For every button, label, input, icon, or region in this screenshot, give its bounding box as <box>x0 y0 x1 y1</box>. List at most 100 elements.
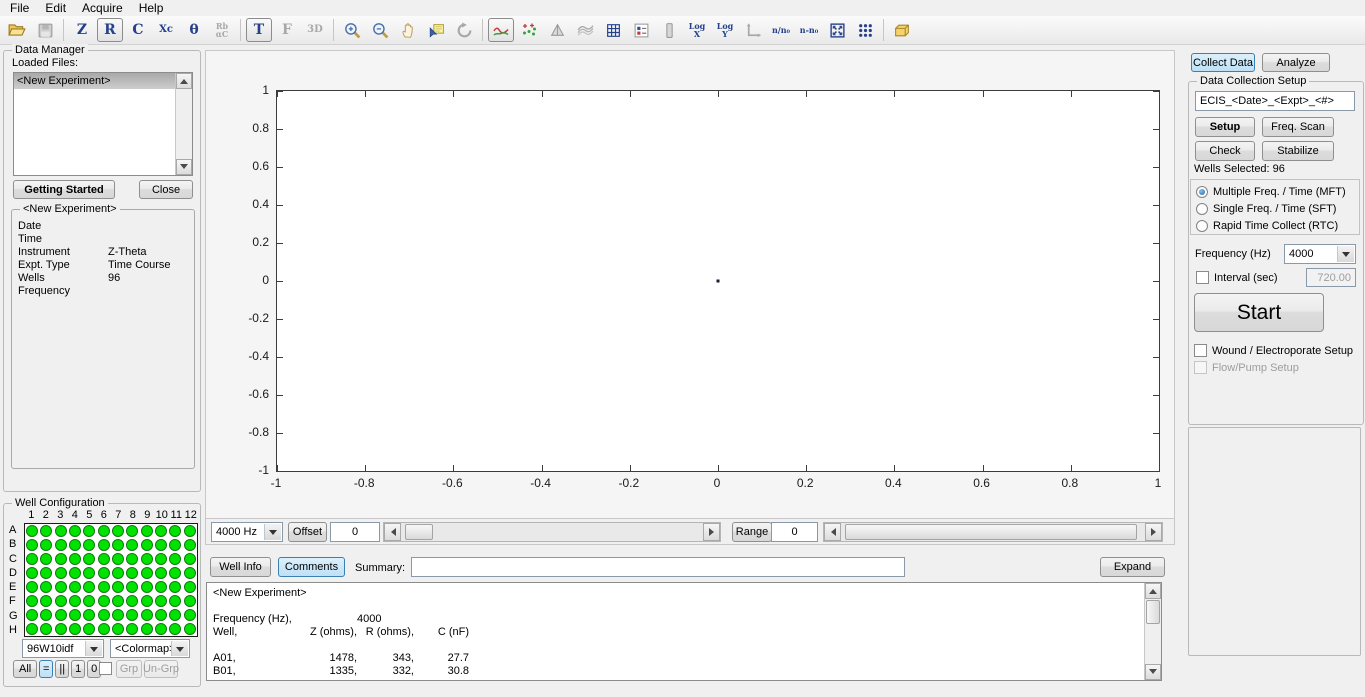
well-C2[interactable] <box>40 553 52 565</box>
wound-electroporate-checkbox[interactable] <box>1194 344 1207 357</box>
well-filter-button-1[interactable]: = <box>39 660 53 678</box>
start-button[interactable]: Start <box>1194 293 1324 332</box>
well-A10[interactable] <box>155 525 167 537</box>
well-F6[interactable] <box>98 595 110 607</box>
well-G1[interactable] <box>26 609 38 621</box>
well-C12[interactable] <box>184 553 196 565</box>
well-D6[interactable] <box>98 567 110 579</box>
resistance-r-button[interactable]: R <box>97 18 123 42</box>
well-D8[interactable] <box>126 567 138 579</box>
well-A3[interactable] <box>55 525 67 537</box>
scroll-down-button[interactable] <box>1145 664 1161 680</box>
tray-icon[interactable] <box>889 18 915 42</box>
fullscreen-button[interactable] <box>824 18 850 42</box>
normalize-subtract-button[interactable]: n-n₀ <box>796 18 822 42</box>
well-G10[interactable] <box>155 609 167 621</box>
well-B6[interactable] <box>98 539 110 551</box>
well-F12[interactable] <box>184 595 196 607</box>
well-E12[interactable] <box>184 581 196 593</box>
well-H6[interactable] <box>98 623 110 635</box>
dropdown-arrow-icon[interactable] <box>1337 246 1354 262</box>
plot-box[interactable] <box>276 90 1160 472</box>
well-F2[interactable] <box>40 595 52 607</box>
dropdown-arrow-icon[interactable] <box>171 641 188 656</box>
experiment-name-input[interactable]: ECIS_<Date>_<Expt>_<#> <box>1195 91 1355 111</box>
well-A5[interactable] <box>83 525 95 537</box>
well-A2[interactable] <box>40 525 52 537</box>
well-E6[interactable] <box>98 581 110 593</box>
well-D2[interactable] <box>40 567 52 579</box>
menu-help[interactable]: Help <box>131 0 172 16</box>
reactance-xc-button[interactable]: Xc <box>153 18 179 42</box>
grid-toggle-button[interactable] <box>600 18 626 42</box>
well-H10[interactable] <box>155 623 167 635</box>
well-H8[interactable] <box>126 623 138 635</box>
scrollbar-thumb[interactable] <box>405 524 433 540</box>
freq-scan-button[interactable]: Freq. Scan <box>1262 117 1334 137</box>
well-H1[interactable] <box>26 623 38 635</box>
well-G9[interactable] <box>141 609 153 621</box>
mode-radio-0[interactable]: Multiple Freq. / Time (MFT) <box>1191 183 1359 200</box>
comments-button[interactable]: Comments <box>278 557 345 577</box>
well-filter-button-2[interactable]: || <box>55 660 69 678</box>
plate-grid[interactable] <box>24 523 198 637</box>
setup-button[interactable]: Setup <box>1195 117 1255 137</box>
well-A8[interactable] <box>126 525 138 537</box>
well-E10[interactable] <box>155 581 167 593</box>
well-H2[interactable] <box>40 623 52 635</box>
offset-button[interactable]: Offset <box>288 522 327 542</box>
well-F10[interactable] <box>155 595 167 607</box>
multi-plot-button[interactable] <box>852 18 878 42</box>
well-D11[interactable] <box>169 567 181 579</box>
well-C6[interactable] <box>98 553 110 565</box>
well-H4[interactable] <box>69 623 81 635</box>
zoom-in-icon[interactable] <box>339 18 365 42</box>
annotate-icon[interactable] <box>423 18 449 42</box>
well-G11[interactable] <box>169 609 181 621</box>
well-B5[interactable] <box>83 539 95 551</box>
scrollbar-thumb[interactable] <box>845 524 1137 540</box>
well-G6[interactable] <box>98 609 110 621</box>
scroll-left-button[interactable] <box>384 523 401 541</box>
well-A9[interactable] <box>141 525 153 537</box>
line-plot-button[interactable] <box>488 18 514 42</box>
well-B4[interactable] <box>69 539 81 551</box>
well-C3[interactable] <box>55 553 67 565</box>
well-E4[interactable] <box>69 581 81 593</box>
impedance-z-button[interactable]: Z <box>69 18 95 42</box>
well-C8[interactable] <box>126 553 138 565</box>
well-E11[interactable] <box>169 581 181 593</box>
well-B8[interactable] <box>126 539 138 551</box>
well-E3[interactable] <box>55 581 67 593</box>
frequency-select[interactable]: 4000 <box>1284 244 1356 264</box>
file-list-item-selected[interactable]: <New Experiment> <box>14 73 176 89</box>
well-B12[interactable] <box>184 539 196 551</box>
time-mode-button[interactable]: T <box>246 18 272 42</box>
plot-frequency-select[interactable]: 4000 Hz <box>211 522 283 542</box>
zoom-out-icon[interactable] <box>367 18 393 42</box>
well-C1[interactable] <box>26 553 38 565</box>
well-F5[interactable] <box>83 595 95 607</box>
scroll-right-button[interactable] <box>1145 523 1162 541</box>
range-input[interactable]: 0 <box>771 522 818 542</box>
well-G12[interactable] <box>184 609 196 621</box>
well-F7[interactable] <box>112 595 124 607</box>
dropdown-arrow-icon[interactable] <box>264 524 281 540</box>
legend-toggle-button[interactable] <box>628 18 654 42</box>
expand-button[interactable]: Expand <box>1100 557 1165 577</box>
well-G5[interactable] <box>83 609 95 621</box>
well-B10[interactable] <box>155 539 167 551</box>
dropdown-arrow-icon[interactable] <box>85 641 102 656</box>
offset-scrollbar[interactable] <box>383 522 721 542</box>
log-x-button[interactable]: Log X <box>684 18 710 42</box>
mode-radio-1[interactable]: Single Freq. / Time (SFT) <box>1191 200 1359 217</box>
capacitance-c-button[interactable]: C <box>125 18 151 42</box>
well-A11[interactable] <box>169 525 181 537</box>
well-A4[interactable] <box>69 525 81 537</box>
log-y-button[interactable]: Log Y <box>712 18 738 42</box>
well-G4[interactable] <box>69 609 81 621</box>
well-C9[interactable] <box>141 553 153 565</box>
range-button[interactable]: Range <box>732 522 772 542</box>
well-E8[interactable] <box>126 581 138 593</box>
scatter-plot-button[interactable] <box>516 18 542 42</box>
